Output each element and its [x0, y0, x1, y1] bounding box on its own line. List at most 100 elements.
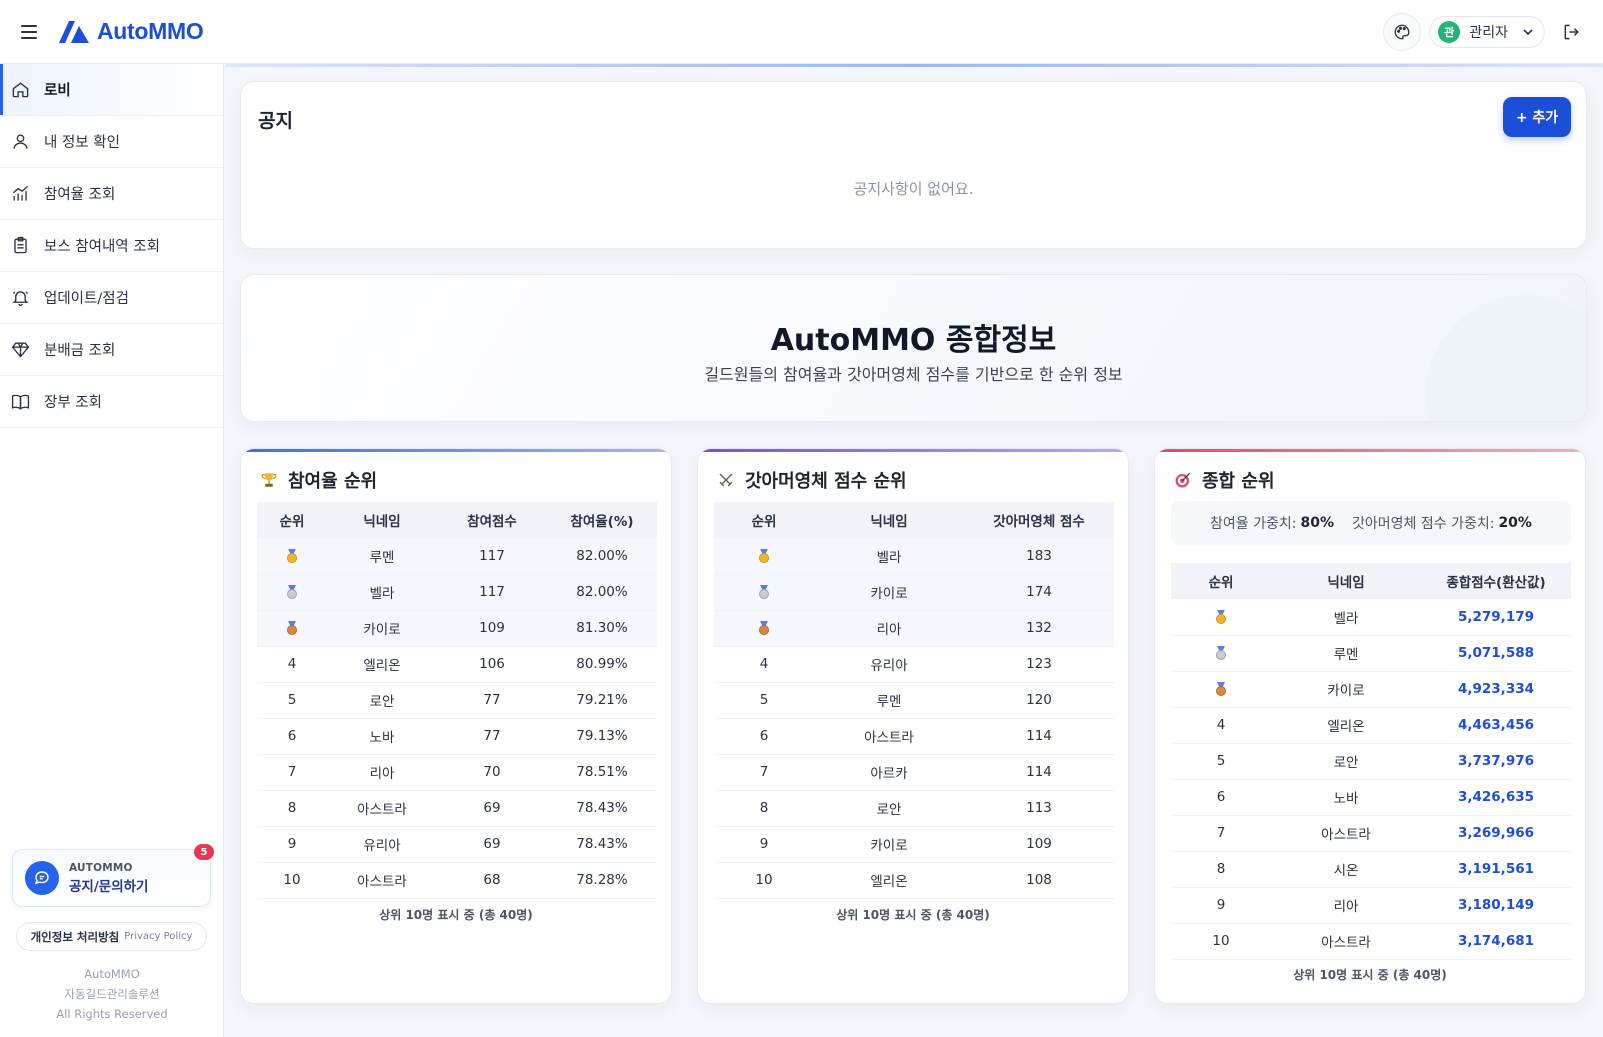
sidebar: 로비 내 정보 확인 참여율 조회 보스 참여내역 조회 업데이트/점검 분배금…: [0, 64, 224, 1037]
participation-table: 순위 닉네임 참여점수 참여율(%) 루멘 117 82.00% 벨라 117 82.0…: [257, 502, 657, 899]
gold-medal-icon: [758, 548, 770, 563]
nickname-cell: 로안: [814, 790, 964, 827]
rate-cell: 78.43%: [547, 826, 657, 863]
notice-inquiry-button[interactable]: AUTOMMO 공지/문의하기 5: [12, 844, 214, 907]
nickname-cell: 엘리온: [1271, 707, 1421, 744]
rate-cell: 78.51%: [547, 754, 657, 791]
sidebar-item-distribution[interactable]: 분배금 조회: [0, 324, 223, 376]
score-cell: 108: [964, 862, 1114, 899]
notice-title: 공지: [258, 110, 293, 132]
score-cell: 113: [964, 790, 1114, 827]
app-logo[interactable]: AutoMMO: [59, 18, 204, 45]
summary-hero: AutoMMO 종합정보 길드원들의 참여율과 갓아머영체 점수를 기반으로 한…: [240, 274, 1587, 422]
nickname-cell: 아스트라: [327, 790, 437, 827]
sidebar-item-label: 장부 조회: [44, 395, 102, 411]
table-row: 7 아스트라 3,269,966: [1171, 815, 1571, 852]
score-cell: 5,279,179: [1421, 599, 1571, 636]
overall-ranking-card: 종합 순위 참여율 가중치: 80% 갓아머영체 점수 가중치: 20% 순위 …: [1154, 448, 1586, 1004]
rate-cell: 82.00%: [547, 574, 657, 611]
nickname-cell: 아스트라: [814, 718, 964, 755]
armor-weight-value: 20%: [1498, 515, 1532, 531]
column-header: 참여율(%): [547, 502, 657, 538]
chat-icon: [25, 861, 59, 895]
column-header: 닉네임: [1271, 563, 1421, 599]
column-header: 순위: [1171, 563, 1271, 599]
score-cell: 114: [964, 754, 1114, 791]
sidebar-item-updates[interactable]: 업데이트/점검: [0, 272, 223, 324]
avatar: 관: [1438, 21, 1461, 43]
table-row: 6 노바 3,426,635: [1171, 779, 1571, 816]
nickname-cell: 벨라: [814, 538, 964, 575]
chevron-down-icon: [1523, 29, 1533, 36]
score-cell: 69: [437, 790, 547, 827]
table-row: 8 시온 3,191,561: [1171, 851, 1571, 888]
table-row: 5 루멘 120: [714, 682, 1114, 719]
privacy-policy-link[interactable]: 개인정보 처리방침 Privacy Policy: [16, 922, 207, 951]
sidebar-item-label: 보스 참여내역 조회: [44, 239, 160, 255]
rank-cell: 6: [1171, 779, 1271, 816]
logo-mark-icon: [59, 20, 89, 43]
privacy-policy-en: Privacy Policy: [124, 931, 193, 942]
overall-table: 순위 닉네임 종합점수(환산값) 벨라 5,279,179 루멘 5,071,588…: [1171, 563, 1571, 960]
score-cell: 77: [437, 682, 547, 719]
table-row: 카이로 4,923,334: [1171, 671, 1571, 708]
nickname-cell: 유리아: [814, 646, 964, 683]
table-row: 10 엘리온 108: [714, 862, 1114, 899]
rank-cell: 7: [257, 754, 327, 791]
rank-cell: 6: [714, 718, 814, 755]
theme-palette-button[interactable]: [1383, 13, 1422, 51]
score-cell: 123: [964, 646, 1114, 683]
rank-cell: 9: [257, 826, 327, 863]
logout-button[interactable]: [1559, 19, 1585, 45]
score-cell: 106: [437, 646, 547, 683]
score-cell: 4,463,456: [1421, 707, 1571, 744]
nickname-cell: 루멘: [327, 538, 437, 575]
rank-cell: 7: [714, 754, 814, 791]
sidebar-item-label: 로비: [44, 83, 71, 99]
table-row: 벨라 183: [714, 538, 1114, 575]
rank-cell: 7: [1171, 815, 1271, 852]
column-header: 순위: [257, 502, 327, 538]
table-row: 6 아스트라 114: [714, 718, 1114, 755]
score-cell: 120: [964, 682, 1114, 719]
rank-cell: 4: [1171, 707, 1271, 744]
nickname-cell: 리아: [814, 610, 964, 647]
table-row: 4 유리아 123: [714, 646, 1114, 683]
rank-cell: 9: [1171, 887, 1271, 924]
nickname-cell: 카이로: [327, 610, 437, 647]
rank-cell: 8: [257, 790, 327, 827]
armor-table: 순위 닉네임 갓아머영체 점수 벨라 183 카이로 174 리아 132 4 유리아 1…: [714, 502, 1114, 899]
table-row: 5 로안 77 79.21%: [257, 682, 657, 719]
footer-copyright: AutoMMO 자동길드관리솔루션 All Rights Reserved: [0, 964, 224, 1024]
sidebar-item-participation[interactable]: 참여율 조회: [0, 168, 223, 220]
score-cell: 117: [437, 538, 547, 575]
sidebar-item-lobby[interactable]: 로비: [0, 64, 223, 116]
card-accent-line: [241, 449, 671, 452]
score-cell: 69: [437, 826, 547, 863]
sidebar-item-my-info[interactable]: 내 정보 확인: [0, 116, 223, 168]
score-cell: 174: [964, 574, 1114, 611]
menu-icon[interactable]: [21, 21, 43, 43]
participation-ranking-card: 참여율 순위 순위 닉네임 참여점수 참여율(%) 루멘 117 82.00% 벨라…: [240, 448, 672, 1004]
column-header: 갓아머영체 점수: [964, 502, 1114, 538]
table-row: 9 유리아 69 78.43%: [257, 826, 657, 863]
chart-icon: [10, 184, 30, 204]
nickname-cell: 카이로: [814, 574, 964, 611]
crossed-swords-icon: [716, 470, 736, 490]
score-cell: 3,191,561: [1421, 851, 1571, 888]
score-cell: 70: [437, 754, 547, 791]
footer-line: AutoMMO: [84, 967, 140, 981]
score-cell: 3,180,149: [1421, 887, 1571, 924]
add-notice-button[interactable]: + 추가: [1503, 97, 1571, 137]
table-row: 루멘 5,071,588: [1171, 635, 1571, 672]
rate-cell: 79.21%: [547, 682, 657, 719]
nickname-cell: 리아: [327, 754, 437, 791]
user-name: 관리자: [1469, 25, 1508, 41]
nickname-cell: 로안: [1271, 743, 1421, 780]
bronze-medal-icon: [1215, 682, 1227, 696]
diamond-icon: [10, 340, 30, 360]
rank-cell: 10: [714, 862, 814, 899]
sidebar-item-ledger[interactable]: 장부 조회: [0, 376, 223, 428]
user-menu-button[interactable]: 관 관리자: [1429, 16, 1545, 48]
sidebar-item-boss-history[interactable]: 보스 참여내역 조회: [0, 220, 223, 272]
